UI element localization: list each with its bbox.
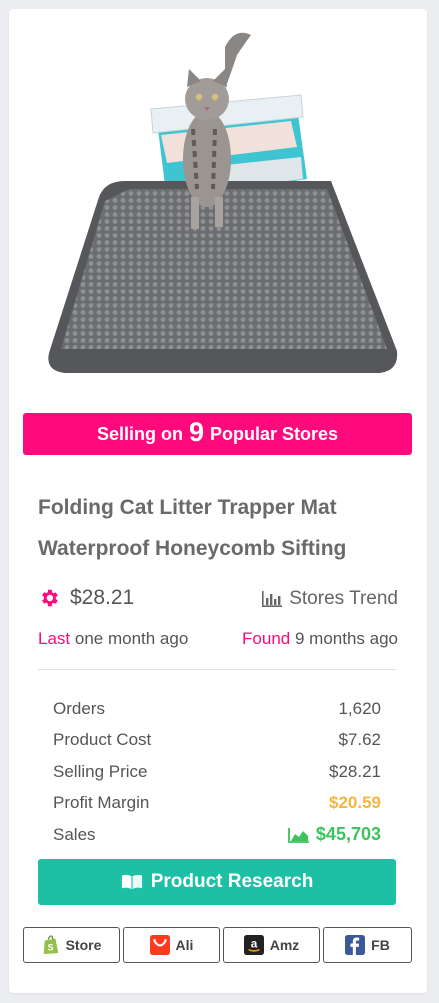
last-seen: Last one month ago [38, 629, 188, 649]
product-image[interactable] [39, 29, 399, 389]
gear-icon [38, 587, 60, 609]
product-title-line-2: Waterproof Honeycomb Sifting [38, 537, 347, 560]
stats-table: Orders 1,620 Product Cost $7.62 Selling … [53, 693, 381, 851]
product-research-label: Product Research [150, 871, 314, 892]
stat-value: $28.21 [329, 761, 381, 781]
stat-label: Profit Margin [53, 793, 150, 813]
stat-label: Selling Price [53, 761, 148, 781]
date-meta-row: Last one month ago Found 9 months ago [38, 629, 398, 653]
stat-row-product-cost: Product Cost $7.62 [53, 725, 381, 757]
store-button[interactable]: S Store [23, 927, 120, 963]
divider [38, 669, 396, 670]
bar-chart-icon [261, 590, 283, 608]
price-group: $28.21 [38, 586, 134, 610]
profit-margin-value: $20.59 [329, 793, 381, 813]
first-found: Found 9 months ago [242, 629, 398, 649]
stat-row-profit-margin: Profit Margin $20.59 [53, 788, 381, 820]
sales-value-group: $45,703 [288, 824, 381, 845]
banner-prefix: Selling on [96, 423, 183, 444]
facebook-icon [345, 935, 366, 955]
stat-value: $7.62 [338, 730, 381, 750]
stat-label: Sales [53, 824, 96, 844]
stat-label: Product Cost [53, 730, 152, 750]
price: $28.21 [70, 586, 135, 609]
stat-row-sales: Sales $45,703 [53, 819, 381, 851]
amazon-icon: a [243, 935, 264, 955]
product-title-line-1: Folding Cat Litter Trapper Mat [38, 496, 337, 519]
last-label: Last [38, 629, 71, 648]
store-button-label: Store [65, 937, 102, 953]
facebook-button[interactable]: FB [323, 927, 412, 963]
last-value: one month ago [74, 629, 189, 648]
aliexpress-label: Ali [175, 937, 194, 953]
amazon-label: Amz [269, 937, 300, 953]
svg-text:S: S [47, 942, 53, 952]
product-photo [48, 32, 398, 373]
stat-label: Orders [53, 698, 105, 718]
stat-value: 1,620 [338, 698, 381, 718]
area-chart-icon [288, 827, 310, 843]
product-title[interactable]: Folding Cat Litter Trapper Mat Waterproo… [38, 487, 408, 569]
aliexpress-button[interactable]: Ali [123, 927, 220, 963]
stores-trend-label: Stores Trend [289, 588, 398, 609]
svg-text:a: a [250, 937, 257, 951]
amazon-button[interactable]: a Amz [223, 927, 320, 963]
price-row: $28.21 Stores Trend [38, 586, 398, 616]
product-research-button[interactable]: Product Research [38, 859, 396, 905]
store-link-buttons: S Store Ali a Amz FB [23, 927, 412, 963]
stat-row-selling-price: Selling Price $28.21 [53, 756, 381, 788]
selling-stores-banner: Selling on 9 Popular Stores [23, 413, 412, 455]
store-count: 9 [188, 417, 204, 447]
sales-value: $45,703 [315, 824, 381, 845]
product-card: Selling on 9 Popular Stores Folding Cat … [9, 9, 427, 993]
stat-row-orders: Orders 1,620 [53, 693, 381, 725]
shopify-icon: S [42, 935, 60, 955]
found-value: 9 months ago [294, 629, 398, 648]
book-icon [121, 873, 143, 891]
aliexpress-icon [149, 935, 170, 955]
stores-trend-link[interactable]: Stores Trend [261, 588, 398, 610]
banner-suffix: Popular Stores [210, 423, 339, 444]
found-label: Found [242, 629, 291, 648]
facebook-label: FB [371, 937, 390, 953]
